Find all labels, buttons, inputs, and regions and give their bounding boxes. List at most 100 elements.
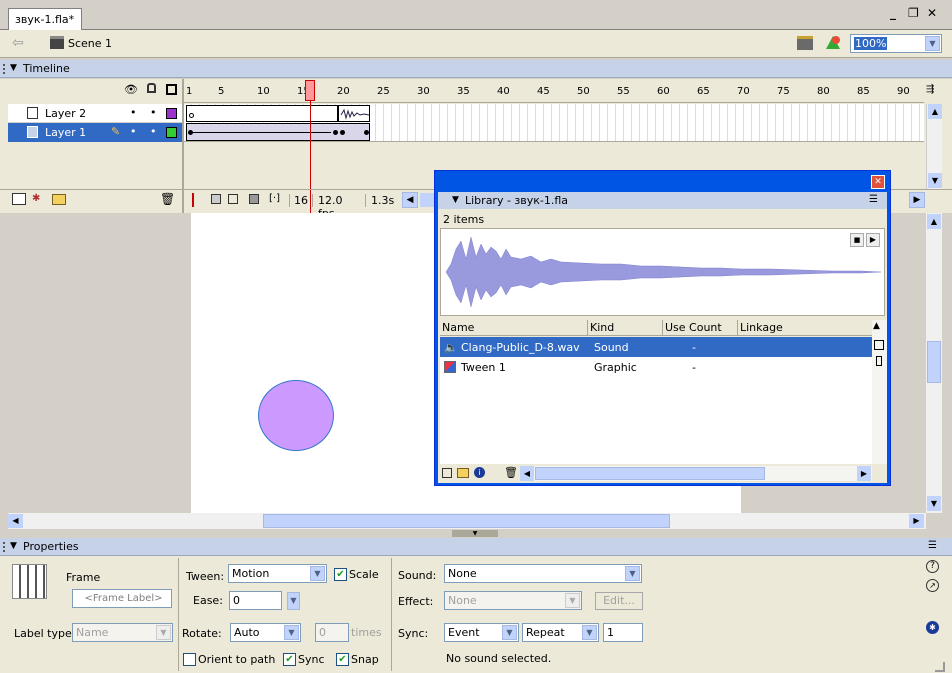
repeat-count-input[interactable]: 1 [603,623,643,642]
onion-skin-icon[interactable] [211,194,221,204]
ease-value: 0 [233,594,240,607]
scene-label[interactable]: Scene 1 [68,37,112,50]
properties-splitter[interactable]: ▼ [0,529,952,538]
scroll-right-icon[interactable]: ▶ [857,466,871,481]
edit-multiple-frames-icon[interactable] [249,194,259,204]
insert-folder-icon[interactable] [52,194,66,205]
document-tab[interactable]: звук-1.fla* [8,8,82,30]
scroll-up-icon[interactable]: ▲ [927,214,941,229]
orient-to-path-checkbox[interactable] [183,652,196,666]
narrow-view-icon[interactable] [876,356,882,366]
library-close-button[interactable]: ✕ [871,175,885,189]
scroll-up-icon[interactable]: ▲ [928,104,942,119]
ease-input[interactable]: 0 [229,591,282,610]
document-tab-bar: звук-1.fla* _ ❐ ✕ [0,0,952,30]
layer-row[interactable]: Layer 2 • • [8,104,182,123]
center-frame-icon[interactable] [192,193,202,207]
list-item[interactable]: Tween 1 Graphic - [440,357,872,377]
tween-circle[interactable] [258,380,334,451]
scroll-thumb[interactable] [263,514,670,528]
rotate-select[interactable]: Auto ▼ [230,623,301,642]
wide-view-icon[interactable] [874,340,884,350]
timeline-scroll-left[interactable]: ◀ [402,192,418,208]
rotate-times-value: 0 [319,626,326,639]
layer1-tween-frames[interactable] [186,123,370,141]
lock-dot[interactable]: • [150,106,157,119]
scroll-thumb[interactable] [535,467,765,480]
play-button[interactable]: ▶ [866,233,880,247]
close-button[interactable]: ✕ [927,6,937,20]
minimize-button[interactable]: _ [890,6,896,20]
options-menu-icon[interactable]: ☰ [928,540,937,551]
scroll-down-icon[interactable]: ▼ [927,496,941,511]
add-guide-layer-icon[interactable]: ✱ [32,193,46,205]
sound-select[interactable]: None ▼ [444,564,642,583]
edit-button[interactable]: Edit... [595,592,643,610]
scroll-thumb[interactable] [927,341,941,383]
lock-dot[interactable]: • [150,125,157,138]
snap-checkbox[interactable]: ✔ [336,652,349,666]
options-menu-icon[interactable]: ☰ [869,194,878,205]
frame-label-input[interactable]: <Frame Label> [72,589,172,608]
restore-button[interactable]: ❐ [908,6,919,20]
delete-layer-icon[interactable]: 🗑 [160,192,175,206]
label-type-select[interactable]: Name ▼ [72,623,173,642]
delete-icon[interactable]: 🗑 [504,466,518,479]
layer-row[interactable]: Layer 1 ✎ • • [8,123,182,142]
edit-actionscript-icon[interactable]: ↗ [926,579,939,592]
new-folder-icon[interactable] [457,468,469,478]
timeline-vscroll[interactable]: ▲ ▼ [926,104,942,189]
tween-select[interactable]: Motion ▼ [228,564,327,583]
new-symbol-icon[interactable] [442,468,452,478]
properties-header[interactable]: ▼ Properties ☰ [0,538,952,556]
column-kind[interactable]: Kind [588,320,663,335]
scroll-right-icon[interactable]: ▶ [909,514,924,528]
playhead[interactable] [305,80,315,101]
properties-icon[interactable]: i [474,467,485,478]
stop-button[interactable]: ■ [850,233,864,247]
list-item[interactable]: 🔈 Clang-Public_D-8.wav Sound - [440,337,872,357]
accessibility-icon[interactable]: ✱ [926,621,939,634]
edit-scene-icon[interactable] [797,36,813,50]
column-linkage[interactable]: Linkage [738,320,872,335]
library-header[interactable]: ▼ Library - звук-1.fla ☰ [438,192,887,209]
onion-outline-icon[interactable] [228,194,238,204]
sync-checkbox[interactable]: ✔ [283,652,296,666]
eye-icon[interactable]: 👁 [124,83,138,96]
outline-icon[interactable] [166,84,177,95]
column-use-count[interactable]: Use Count [663,320,738,335]
lock-icon[interactable] [147,83,156,93]
resize-grip-icon[interactable] [935,662,945,672]
sort-order-icon[interactable]: ▲ [873,321,880,331]
timeline-header[interactable]: ▼ Timeline [0,60,952,78]
visibility-dot[interactable]: • [130,125,137,138]
back-arrow-icon[interactable]: ⇦ [12,35,24,51]
column-name[interactable]: Name [440,320,588,335]
modify-markers-icon[interactable]: [·] [269,193,280,204]
frame-view-menu-icon[interactable]: ⇶ [926,84,934,95]
repeat-select[interactable]: Repeat ▼ [522,623,599,642]
collapse-arrow-icon: ▼ [10,541,17,551]
sync-select[interactable]: Event ▼ [444,623,519,642]
zoom-select[interactable]: 100% ▼ [850,34,942,53]
scale-checkbox[interactable]: ✔ [334,567,347,581]
layer-color-swatch[interactable] [166,108,177,119]
layer-color-swatch[interactable] [166,127,177,138]
library-hscroll[interactable]: ◀ ▶ [520,466,872,481]
library-vscroll[interactable]: ▲ [872,320,887,464]
stage-hscroll[interactable]: ◀ ▶ [8,513,926,529]
layer2-frames[interactable] [186,105,338,122]
edit-symbols-icon[interactable] [825,35,841,51]
ease-slider-button[interactable]: ▼ [287,592,300,610]
visibility-dot[interactable]: • [130,106,137,119]
stage-vscroll[interactable]: ▲ ▼ [926,213,942,513]
insert-layer-icon[interactable] [12,193,26,205]
sound-wave-frames[interactable] [338,105,370,122]
rotate-times-input[interactable]: 0 [315,623,349,642]
scroll-left-icon[interactable]: ◀ [8,514,23,528]
scroll-left-icon[interactable]: ◀ [520,466,534,481]
effect-select[interactable]: None ▼ [444,591,582,610]
timeline-scroll-right[interactable]: ▶ [909,192,925,208]
help-icon[interactable]: ? [926,560,939,573]
scroll-down-icon[interactable]: ▼ [928,173,942,188]
